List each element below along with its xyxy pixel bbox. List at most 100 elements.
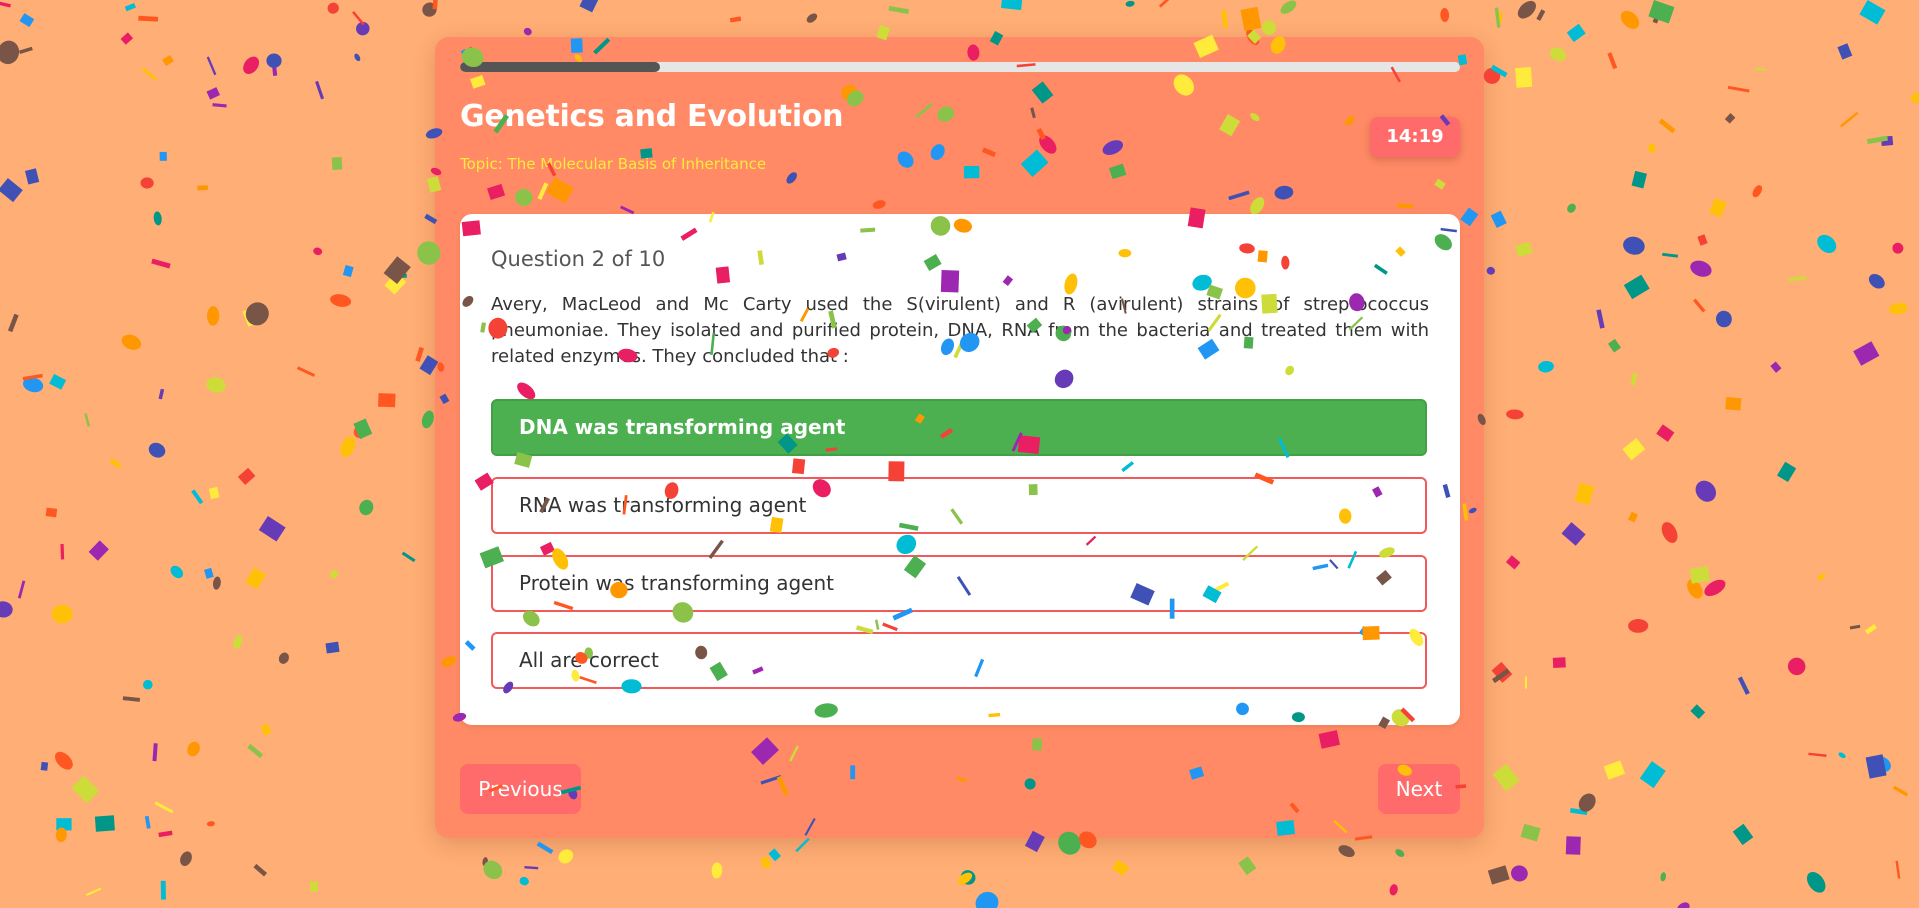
confetti-piece (148, 442, 166, 458)
confetti-piece (0, 0, 11, 8)
confetti-piece (1524, 676, 1527, 689)
confetti-piece (109, 458, 122, 469)
confetti-piece (524, 866, 539, 870)
confetti-piece (122, 696, 141, 702)
confetti-piece (1732, 823, 1754, 846)
confetti-piece (1817, 573, 1826, 581)
confetti-piece (1647, 143, 1657, 153)
confetti-piece (1888, 302, 1908, 315)
confetti-piece (331, 157, 343, 170)
confetti-piece (1660, 872, 1666, 882)
confetti-piece (296, 366, 316, 377)
confetti-piece (153, 211, 162, 226)
confetti-piece (1549, 47, 1567, 62)
confetti-piece (0, 178, 23, 203)
confetti-piece (0, 40, 20, 65)
confetti-piece (1892, 785, 1909, 797)
confetti-piece (1865, 754, 1887, 779)
previous-button[interactable]: Previous (460, 764, 581, 814)
answer-option-4[interactable]: All are correct (491, 632, 1427, 689)
confetti-piece (395, 273, 407, 279)
confetti-piece (1623, 236, 1645, 255)
confetti-piece (342, 264, 354, 278)
confetti-piece (187, 741, 200, 757)
confetti-piece (160, 880, 166, 900)
confetti-piece (1880, 135, 1894, 146)
confetti-piece (1693, 298, 1706, 313)
confetti-piece (237, 467, 256, 486)
confetti-piece (384, 272, 407, 295)
confetti-piece (1630, 372, 1638, 386)
confetti-piece (1724, 113, 1736, 124)
confetti-piece (49, 374, 67, 390)
confetti-piece (212, 103, 227, 108)
confetti-piece (1511, 865, 1528, 882)
answer-option-2[interactable]: RNA was transforming agent (491, 477, 1427, 534)
confetti-piece (1620, 10, 1640, 29)
confetti-piece (1238, 856, 1257, 876)
confetti-piece (170, 565, 184, 579)
confetti-piece (88, 540, 109, 561)
confetti-piece (1662, 252, 1679, 258)
confetti-piece (432, 0, 439, 10)
next-button[interactable]: Next (1378, 764, 1460, 814)
confetti-piece (1808, 752, 1827, 757)
confetti-piece (40, 761, 49, 771)
confetti-piece (352, 11, 365, 26)
question-number: Question 2 of 10 (491, 247, 666, 271)
progress-fill (460, 62, 660, 72)
confetti-piece (729, 16, 742, 23)
confetti-piece (1737, 676, 1750, 695)
confetti-piece (1607, 52, 1618, 70)
confetti-piece (7, 313, 19, 333)
confetti-piece (1677, 902, 1690, 908)
confetti-piece (1689, 566, 1710, 584)
confetti-piece (45, 507, 58, 518)
confetti-piece (401, 551, 416, 563)
confetti-piece (208, 486, 220, 500)
confetti-piece (354, 53, 361, 62)
confetti-piece (1752, 185, 1763, 198)
confetti-piece (957, 872, 973, 885)
confetti-piece (1111, 859, 1130, 877)
confetti-piece (138, 15, 159, 22)
confetti-piece (1561, 522, 1586, 546)
confetti-piece (1395, 849, 1405, 857)
confetti-piece (1727, 85, 1750, 93)
confetti-piece (158, 388, 165, 400)
confetti-piece (327, 2, 339, 14)
confetti-piece (144, 815, 151, 829)
answer-option-3[interactable]: Protein was transforming agent (491, 555, 1427, 612)
confetti-piece (1837, 43, 1853, 60)
confetti-piece (1895, 860, 1901, 879)
confetti-piece (206, 377, 226, 393)
confetti-piece (482, 857, 488, 867)
confetti-piece (1483, 67, 1501, 84)
question-text: Avery, MacLeod and Mc Carty used the S(v… (491, 294, 1429, 367)
confetti-piece (315, 80, 325, 100)
confetti-piece (141, 67, 158, 82)
confetti-piece (1566, 23, 1586, 43)
confetti-piece (180, 851, 192, 866)
confetti-piece (1622, 438, 1646, 461)
confetti-piece (330, 570, 339, 579)
confetti-piece (245, 567, 267, 590)
confetti-piece (22, 373, 43, 381)
confetti-piece (1498, 12, 1503, 23)
confetti-piece (1565, 836, 1581, 855)
timer-badge: 14:19 (1370, 117, 1460, 157)
confetti-piece (17, 580, 26, 599)
confetti-piece (1494, 7, 1501, 28)
confetti-piece (1492, 668, 1511, 684)
confetti-piece (1578, 793, 1596, 812)
confetti-piece (1631, 170, 1647, 189)
confetti-piece (1910, 91, 1919, 104)
confetti-piece (1552, 657, 1566, 669)
confetti-piece (353, 424, 368, 439)
answer-option-1[interactable]: DNA was transforming agent (491, 399, 1427, 456)
confetti-piece (340, 436, 356, 457)
confetti-piece (1695, 480, 1717, 502)
confetti-piece (1515, 241, 1533, 258)
confetti-piece (1517, 0, 1536, 19)
confetti-piece (1806, 871, 1826, 893)
